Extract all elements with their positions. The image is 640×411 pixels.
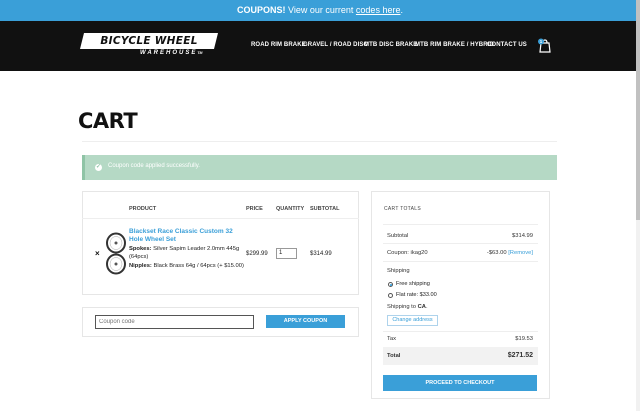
shipping-label: Shipping — [387, 268, 410, 274]
column-header-product: PRODUCT — [129, 206, 157, 212]
free-shipping-label[interactable]: Free shipping — [396, 281, 430, 287]
item-price: $299.99 — [246, 251, 268, 257]
shipping-to-suffix: . — [426, 304, 428, 310]
column-header-subtotal: SUBTOTAL — [310, 206, 340, 212]
notice-text: Coupon code applied successfully. — [108, 163, 200, 169]
product-name-link[interactable]: Blackset Race Classic Custom 32 Hole Whe… — [129, 228, 239, 244]
totals-divider — [383, 224, 538, 225]
apply-coupon-button[interactable]: APPLY COUPON — [266, 315, 345, 328]
shipping-destination: Shipping to CA. — [387, 304, 428, 310]
promo-codes-link[interactable]: codes here — [356, 5, 401, 15]
scrollbar-thumb[interactable] — [636, 0, 640, 220]
free-shipping-radio[interactable] — [388, 282, 393, 287]
remove-coupon-link[interactable]: [Remove] — [508, 250, 533, 256]
tax-value: $19.53 — [515, 336, 533, 342]
subtotal-label: Subtotal — [387, 233, 409, 239]
check-circle-icon: ✓ — [95, 164, 102, 171]
nav-item-road-rim-brake[interactable]: ROAD RIM BRAKE — [251, 42, 306, 48]
page-scrollbar[interactable] — [636, 0, 640, 411]
shopping-bag-icon: 1 — [538, 38, 551, 53]
logo-wordmark: BICYCLE WHEEL — [80, 33, 218, 49]
product-thumbnail[interactable] — [105, 232, 127, 276]
page-title: CART — [78, 109, 138, 133]
product-nipples: Nipples: Black Brass 64g / 64pcs (+ $15.… — [129, 263, 247, 271]
promo-tail: . — [400, 5, 403, 15]
coupon-discount: -$63.00 [Remove] — [487, 250, 533, 256]
shipping-to-prefix: Shipping to — [387, 304, 418, 310]
item-subtotal: $314.99 — [310, 251, 332, 257]
coupon-value: -$63.00 — [486, 250, 507, 256]
logo-sub-text: WAREHOUSE — [140, 50, 198, 56]
remove-item-button[interactable]: × — [95, 249, 100, 258]
promo-text: View our current — [285, 5, 356, 15]
column-header-quantity: QUANTITY — [276, 206, 305, 212]
change-address-button[interactable]: Change address — [387, 315, 438, 326]
cart-totals-title: CART TOTALS — [384, 206, 422, 212]
shipping-to-value: CA — [417, 304, 426, 310]
totals-divider — [383, 261, 538, 262]
totals-divider — [383, 331, 538, 332]
column-header-price: PRICE — [246, 206, 263, 212]
totals-divider — [383, 243, 538, 244]
logo-main-text: BICYCLE WHEEL — [100, 35, 198, 47]
quantity-input[interactable]: 1 — [276, 248, 297, 259]
subtotal-value: $314.99 — [512, 233, 533, 239]
nipples-label: Nipples: — [129, 263, 152, 269]
title-divider — [82, 141, 557, 142]
promo-lead: COUPONS! — [237, 5, 286, 15]
wheel-image — [106, 232, 126, 275]
nav-item-mtb-disc-brake[interactable]: MTB DISC BRAKE — [364, 42, 417, 48]
site-logo[interactable]: BICYCLE WHEEL WAREHOUSETM — [80, 33, 218, 61]
site-header: BICYCLE WHEEL WAREHOUSETM ROAD RIM BRAKE… — [0, 21, 640, 71]
coupon-code-input[interactable] — [95, 315, 254, 329]
product-spokes: Spokes: Silver Sapim Leader 2.0mm 445g (… — [129, 246, 247, 261]
logo-subtext: WAREHOUSETM — [140, 50, 202, 56]
header-divider — [82, 218, 359, 219]
nipples-value: Black Brass 64g / 64pcs (+ $15.00) — [151, 263, 244, 269]
proceed-to-checkout-button[interactable]: PROCEED TO CHECKOUT — [383, 375, 537, 391]
tax-label: Tax — [387, 336, 397, 342]
logo-tm: TM — [197, 51, 203, 55]
promo-bar: COUPONS! View our current codes here. — [0, 0, 640, 21]
total-label: Total — [387, 353, 401, 359]
nav-item-mtb-rim-brake-hybrid[interactable]: MTB RIM BRAKE / HYBRID — [415, 42, 494, 48]
flat-rate-radio[interactable] — [388, 293, 393, 298]
nav-item-contact-us[interactable]: CONTACT US — [487, 42, 527, 48]
cart-icon[interactable]: 1 — [537, 38, 553, 54]
coupon-label: Coupon: ikag20 — [387, 250, 428, 256]
success-notice: ✓ Coupon code applied successfully. — [82, 155, 557, 180]
nav-item-gravel-road-disc[interactable]: GRAVEL / ROAD DISC — [303, 42, 368, 48]
spokes-label: Spokes: — [129, 246, 152, 252]
flat-rate-label[interactable]: Flat rate: $33.00 — [396, 292, 437, 298]
total-value: $271.52 — [507, 352, 533, 359]
